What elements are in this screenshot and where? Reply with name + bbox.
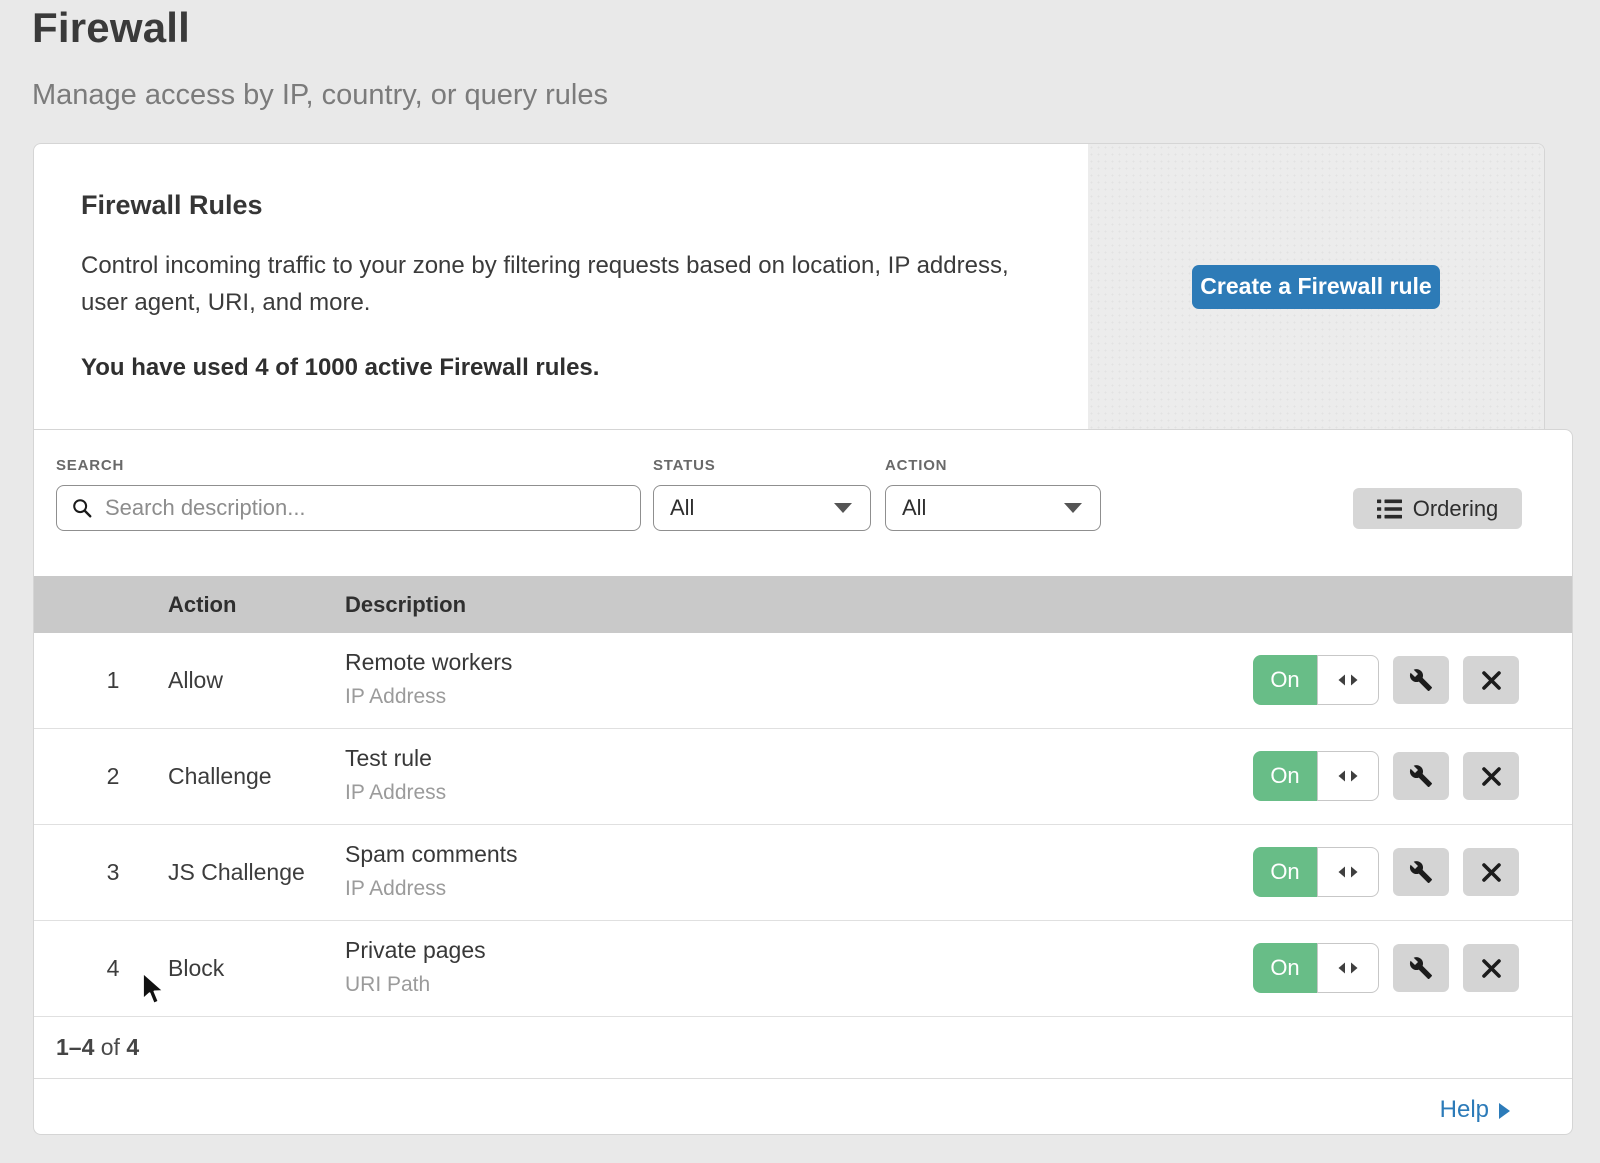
status-label: STATUS [653,457,716,474]
help-link-label: Help [1440,1096,1489,1124]
filters-bar: SEARCH STATUS All ACTION All [34,430,1572,576]
wrench-icon [1409,764,1433,788]
toggle-on-label: On [1253,943,1317,993]
close-icon [1481,862,1502,883]
table-header: Action Description [34,576,1572,633]
search-input-wrapper [56,485,641,531]
delete-rule-button[interactable] [1463,752,1519,800]
close-icon [1481,958,1502,979]
toggle-arrows-icon [1317,943,1379,993]
pagination-of: of [101,1034,120,1060]
triangle-right-icon [1499,1103,1510,1119]
rule-enabled-toggle[interactable]: On [1253,751,1379,801]
rule-action: Challenge [168,729,272,824]
rule-enabled-toggle[interactable]: On [1253,847,1379,897]
wrench-icon [1409,668,1433,692]
chevron-down-icon [1064,503,1082,513]
create-firewall-rule-button[interactable]: Create a Firewall rule [1192,265,1440,309]
status-select[interactable]: All [653,485,871,531]
table-row: 4 Block Private pages URI Path On [34,921,1572,1017]
status-select-value: All [670,495,694,521]
card-heading: Firewall Rules [81,190,1088,221]
rule-enabled-toggle[interactable]: On [1253,655,1379,705]
rule-description: Private pages [345,937,486,964]
rules-list-card: SEARCH STATUS All ACTION All [33,429,1573,1135]
toggle-arrows-icon [1317,655,1379,705]
table-row: 1 Allow Remote workers IP Address On [34,633,1572,729]
edit-rule-button[interactable] [1393,944,1449,992]
firewall-rules-card: Firewall Rules Control incoming traffic … [33,143,1545,429]
chevron-down-icon [834,503,852,513]
edit-rule-button[interactable] [1393,848,1449,896]
rule-field: IP Address [345,685,512,709]
rule-priority: 3 [74,825,152,920]
rule-action: Block [168,921,224,1016]
rule-priority: 1 [74,633,152,728]
pagination: 1–4 of 4 [34,1017,1572,1079]
ordering-list-icon [1377,499,1402,519]
page-subtitle: Manage access by IP, country, or query r… [32,79,608,112]
help-link[interactable]: Help [1440,1096,1510,1124]
table-row: 2 Challenge Test rule IP Address On [34,729,1572,825]
toggle-on-label: On [1253,655,1317,705]
rule-field: IP Address [345,877,518,901]
rule-field: IP Address [345,781,446,805]
delete-rule-button[interactable] [1463,656,1519,704]
edit-rule-button[interactable] [1393,752,1449,800]
pagination-range: 1–4 [56,1034,94,1060]
column-header-action: Action [168,576,236,633]
page-title: Firewall [32,4,190,52]
rule-priority: 4 [74,921,152,1016]
toggle-on-label: On [1253,751,1317,801]
toggle-arrows-icon [1317,751,1379,801]
action-label: ACTION [885,457,947,474]
action-select[interactable]: All [885,485,1101,531]
edit-rule-button[interactable] [1393,656,1449,704]
pagination-total: 4 [126,1034,139,1060]
rule-enabled-toggle[interactable]: On [1253,943,1379,993]
rule-field: URI Path [345,973,486,997]
ordering-button[interactable]: Ordering [1353,488,1522,529]
firewall-page: Firewall Manage access by IP, country, o… [0,0,1600,1163]
rule-priority: 2 [74,729,152,824]
rule-description: Test rule [345,745,446,772]
column-header-description: Description [345,576,466,633]
ordering-button-label: Ordering [1413,496,1499,522]
rule-action: Allow [168,633,223,728]
wrench-icon [1409,860,1433,884]
search-input[interactable] [103,494,640,522]
search-label: SEARCH [56,457,124,474]
card-footer: Help [34,1079,1572,1135]
wrench-icon [1409,956,1433,980]
create-rule-panel: Create a Firewall rule [1088,144,1544,429]
rule-action: JS Challenge [168,825,305,920]
close-icon [1481,766,1502,787]
toggle-arrows-icon [1317,847,1379,897]
action-select-value: All [902,495,926,521]
delete-rule-button[interactable] [1463,944,1519,992]
table-row: 3 JS Challenge Spam comments IP Address … [34,825,1572,921]
search-icon [71,497,93,519]
usage-text: You have used 4 of 1000 active Firewall … [81,354,1088,382]
rules-table-body: 1 Allow Remote workers IP Address On [34,633,1572,1017]
rule-description: Remote workers [345,649,512,676]
toggle-on-label: On [1253,847,1317,897]
close-icon [1481,670,1502,691]
delete-rule-button[interactable] [1463,848,1519,896]
rule-description: Spam comments [345,841,518,868]
card-description: Control incoming traffic to your zone by… [81,247,1036,321]
firewall-rules-info: Firewall Rules Control incoming traffic … [34,144,1088,429]
